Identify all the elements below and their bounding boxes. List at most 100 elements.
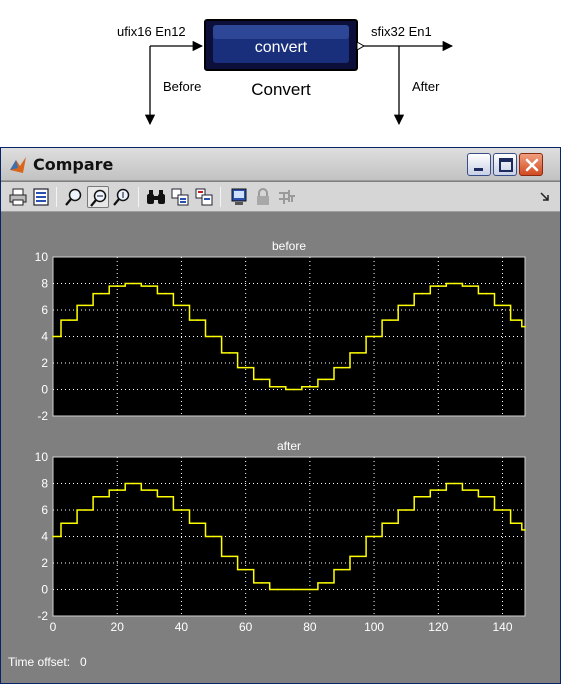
zoom-x-icon xyxy=(90,189,107,207)
data-point xyxy=(485,495,488,498)
signal-selector-icon xyxy=(279,190,295,204)
block-name: Convert xyxy=(251,80,311,99)
scope-plots[interactable]: before-20246810after-202468100 20 40 60 80 10… xyxy=(1,213,560,683)
data-point xyxy=(244,568,247,571)
input-type-label: ufix16 En12 xyxy=(117,24,186,39)
data-point xyxy=(421,495,424,498)
y-tick-label: 2 xyxy=(41,356,48,370)
data-point xyxy=(180,304,183,307)
data-point xyxy=(196,319,199,321)
data-point xyxy=(501,304,504,307)
plot-title: after xyxy=(277,439,301,453)
data-point xyxy=(116,285,119,287)
data-point xyxy=(293,588,295,591)
data-point xyxy=(52,535,54,538)
before-label: Before xyxy=(163,79,201,94)
y-tick-label: 6 xyxy=(41,303,48,317)
data-point xyxy=(517,522,520,525)
data-point xyxy=(325,378,327,381)
close-button[interactable] xyxy=(519,153,543,176)
data-point xyxy=(228,352,231,354)
data-point xyxy=(524,325,526,328)
y-tick-label: -2 xyxy=(37,409,48,423)
autoscale-button[interactable] xyxy=(145,186,167,208)
lock-button[interactable] xyxy=(252,186,274,208)
data-point xyxy=(437,489,440,491)
convert-block[interactable]: convert xyxy=(204,19,366,71)
zoom-button[interactable] xyxy=(63,186,85,208)
data-point xyxy=(405,509,407,511)
toolbar-separator xyxy=(138,187,139,207)
zoom-icon xyxy=(65,188,82,206)
data-point xyxy=(148,489,151,491)
save-axes-button[interactable] xyxy=(169,186,191,208)
y-tick-label: 2 xyxy=(41,556,48,570)
data-point xyxy=(325,582,327,584)
output-type-label: sfix32 En1 xyxy=(371,24,432,39)
scope-window: Compare before -2 0 2 4 6 8 10 after -2 … xyxy=(0,147,561,684)
y-tick-label: 8 xyxy=(41,477,48,491)
data-point xyxy=(148,285,151,287)
data-point xyxy=(453,482,456,485)
data-point xyxy=(524,529,526,531)
plot-title: before xyxy=(272,239,306,253)
toolbar-more-icon[interactable] xyxy=(540,192,550,202)
parameters-icon xyxy=(33,188,49,206)
restore-axes-button[interactable] xyxy=(193,186,215,208)
zoom-y-button[interactable] xyxy=(111,186,133,208)
data-point xyxy=(68,319,70,321)
y-tick-label: 6 xyxy=(41,503,48,517)
data-point xyxy=(180,509,183,511)
title-bar[interactable]: Compare xyxy=(1,148,560,181)
zoom-x-button[interactable] xyxy=(87,186,109,208)
plot-area: before -2 0 2 4 6 8 10 after -2 0 2 4 6 8 10 0 20 40 60 80 10… xyxy=(1,213,560,683)
floating-scope-button[interactable] xyxy=(228,186,250,208)
autoscale-icon xyxy=(147,190,165,204)
data-point xyxy=(260,582,263,584)
data-point xyxy=(341,568,343,571)
y-tick-label: 10 xyxy=(35,250,49,264)
data-point xyxy=(228,555,231,558)
print-button[interactable] xyxy=(7,186,29,208)
y-tick-label: 4 xyxy=(41,530,48,544)
signal-selector-button[interactable] xyxy=(276,186,298,208)
data-point xyxy=(341,366,343,369)
block-diagram: convert ufix16 En12 sfix32 En1 Convert B… xyxy=(0,0,561,135)
diagram-canvas: convert ufix16 En12 sfix32 En1 Convert B… xyxy=(117,19,454,126)
data-point xyxy=(501,509,504,511)
floating-scope-icon xyxy=(231,188,247,205)
data-point xyxy=(244,366,247,369)
data-point xyxy=(421,292,424,295)
toolbar-separator xyxy=(56,187,57,207)
maximize-icon xyxy=(499,158,513,172)
data-point xyxy=(293,388,295,391)
maximize-button[interactable] xyxy=(493,153,517,176)
data-point xyxy=(437,285,440,287)
data-point xyxy=(485,292,488,295)
x-tick-label: 120 xyxy=(428,620,448,634)
minimize-icon xyxy=(474,168,483,171)
y-tick-label: 4 xyxy=(41,330,48,344)
data-point xyxy=(68,522,70,525)
x-tick-label: 80 xyxy=(303,620,317,634)
data-point xyxy=(469,285,472,287)
minimize-button[interactable] xyxy=(467,153,491,176)
y-tick-label: 8 xyxy=(41,277,48,291)
data-point xyxy=(164,292,167,295)
toolbar xyxy=(1,182,560,212)
parameters-button[interactable] xyxy=(30,186,52,208)
window-title: Compare xyxy=(33,155,114,174)
data-point xyxy=(52,335,54,338)
toolbar-separator xyxy=(220,187,221,207)
data-point xyxy=(100,495,102,498)
data-point xyxy=(276,386,279,388)
data-point xyxy=(276,588,279,591)
y-tick-label: 0 xyxy=(41,383,48,397)
x-tick-label: 100 xyxy=(364,620,384,634)
data-point xyxy=(132,282,135,285)
data-point xyxy=(357,555,359,558)
data-point xyxy=(405,304,407,307)
restore-axes-icon xyxy=(195,188,213,206)
close-icon xyxy=(525,158,539,172)
data-point xyxy=(309,588,311,591)
